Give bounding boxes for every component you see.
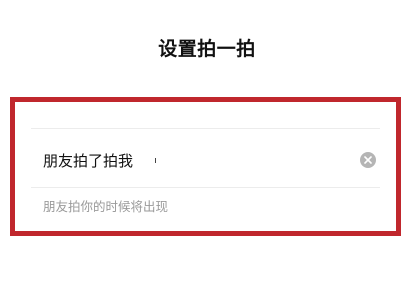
divider [31, 128, 380, 129]
pat-text-input[interactable]: 朋友拍了拍我 [43, 146, 380, 174]
highlight-annotation-box: 朋友拍了拍我 朋友拍你的时候将出现 [10, 97, 401, 236]
text-cursor [155, 157, 157, 163]
close-icon [364, 156, 372, 164]
pat-text-value[interactable]: 朋友拍了拍我 [43, 150, 133, 171]
page-title: 设置拍一拍 [158, 38, 256, 60]
divider [31, 187, 380, 188]
hint-text: 朋友拍你的时候将出现 [43, 199, 169, 214]
pat-settings-page: 设置拍一拍 朋友拍了拍我 朋友拍你的时候将出现 [0, 0, 408, 288]
clear-icon[interactable] [360, 152, 376, 168]
